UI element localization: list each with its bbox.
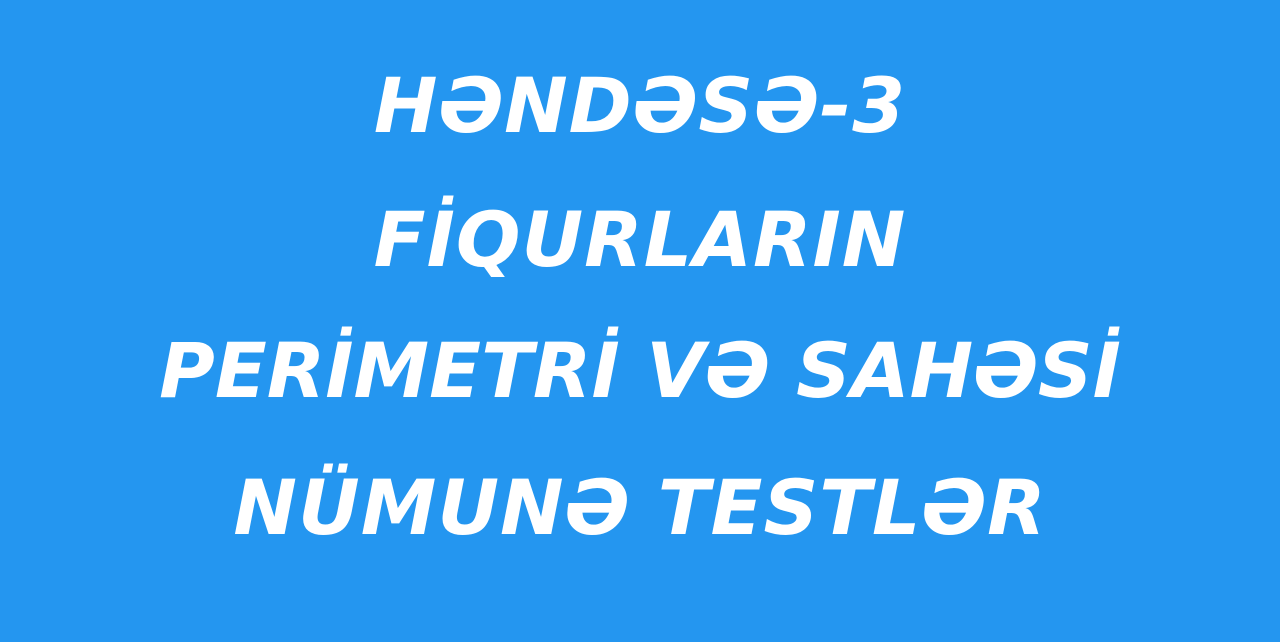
title-line-2: FİQURLARIN bbox=[373, 195, 907, 284]
title-line-4: NÜMUNƏ TESTLƏR bbox=[233, 463, 1047, 552]
title-banner: HƏNDƏSƏ-3 FİQURLARIN PERİMETRİ VƏ SAHƏSİ… bbox=[0, 0, 1280, 642]
title-line-1: HƏNDƏSƏ-3 bbox=[373, 61, 907, 150]
title-line-3: PERİMETRİ VƏ SAHƏSİ bbox=[159, 326, 1121, 415]
